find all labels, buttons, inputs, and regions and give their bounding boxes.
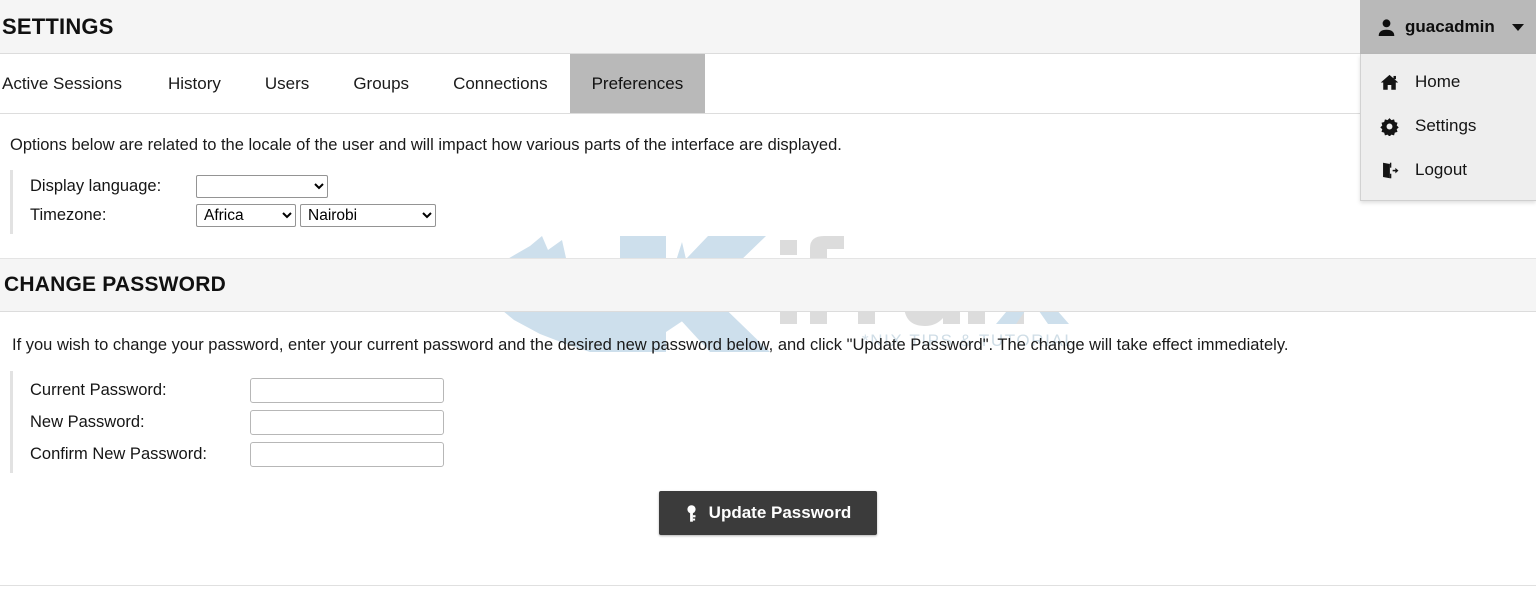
confirm-password-input[interactable] — [250, 441, 444, 467]
settings-content: Options below are related to the locale … — [0, 114, 1536, 536]
change-password-description: If you wish to change your password, ent… — [12, 336, 1289, 355]
timezone-row: Timezone: Africa Nairobi — [13, 201, 436, 230]
new-password-row: New Password: — [13, 406, 444, 438]
confirm-password-label: Confirm New Password: — [30, 444, 207, 463]
guacamole-settings-page: *NIX TIPS & TUTORIALS SETTINGS Active Se… — [0, 0, 1536, 592]
tab-users[interactable]: Users — [243, 54, 331, 113]
tab-preferences[interactable]: Preferences — [569, 54, 706, 113]
change-password-form: Current Password: New Password: Confirm … — [10, 371, 444, 474]
update-password-button[interactable]: Update Password — [658, 491, 878, 536]
change-password-title: CHANGE PASSWORD — [4, 273, 226, 297]
menu-item-logout[interactable]: Logout — [1361, 148, 1536, 192]
preferences-description: Options below are related to the locale … — [10, 136, 842, 154]
update-password-bar: Update Password — [0, 491, 1536, 536]
locale-form: Display language: Timezone: Africa Nairo… — [10, 170, 436, 235]
user-menu-dropdown: Home Settings Logout — [1360, 54, 1536, 201]
chevron-down-icon — [1512, 23, 1524, 31]
tab-active-sessions[interactable]: Active Sessions — [0, 54, 146, 113]
timezone-label: Timezone: — [30, 206, 107, 225]
user-menu-username: guacadmin — [1405, 17, 1495, 36]
menu-item-settings-label: Settings — [1415, 116, 1477, 135]
bottom-divider — [0, 585, 1536, 586]
new-password-input[interactable] — [250, 409, 444, 435]
menu-item-home-label: Home — [1415, 72, 1461, 91]
change-password-header: CHANGE PASSWORD — [0, 258, 1536, 313]
confirm-password-row: Confirm New Password: — [13, 438, 444, 470]
tab-connections[interactable]: Connections — [431, 54, 570, 113]
current-password-input[interactable] — [250, 377, 444, 403]
page-title: SETTINGS — [2, 13, 114, 39]
user-menu-toggle[interactable]: guacadmin — [1360, 0, 1536, 54]
tab-history[interactable]: History — [146, 54, 243, 113]
logout-icon — [1379, 160, 1399, 180]
user-menu: guacadmin Home Settings Logout — [1360, 0, 1536, 201]
update-password-label: Update Password — [708, 503, 852, 523]
tab-groups[interactable]: Groups — [331, 54, 431, 113]
home-icon — [1379, 72, 1399, 92]
page-header: SETTINGS — [0, 0, 1536, 54]
display-language-label: Display language: — [30, 177, 162, 196]
user-icon — [1376, 17, 1396, 37]
timezone-city-select[interactable]: Nairobi — [300, 204, 436, 228]
timezone-region-select[interactable]: Africa — [196, 204, 296, 228]
settings-tabbar: Active Sessions History Users Groups Con… — [0, 54, 1536, 114]
gear-icon — [1379, 116, 1399, 136]
menu-item-logout-label: Logout — [1415, 160, 1467, 179]
display-language-select[interactable] — [196, 175, 328, 199]
key-icon — [685, 504, 698, 522]
display-language-row: Display language: — [13, 172, 436, 201]
menu-item-settings[interactable]: Settings — [1361, 104, 1536, 148]
current-password-label: Current Password: — [30, 380, 167, 399]
current-password-row: Current Password: — [13, 374, 444, 406]
menu-item-home[interactable]: Home — [1361, 60, 1536, 104]
new-password-label: New Password: — [30, 412, 145, 431]
